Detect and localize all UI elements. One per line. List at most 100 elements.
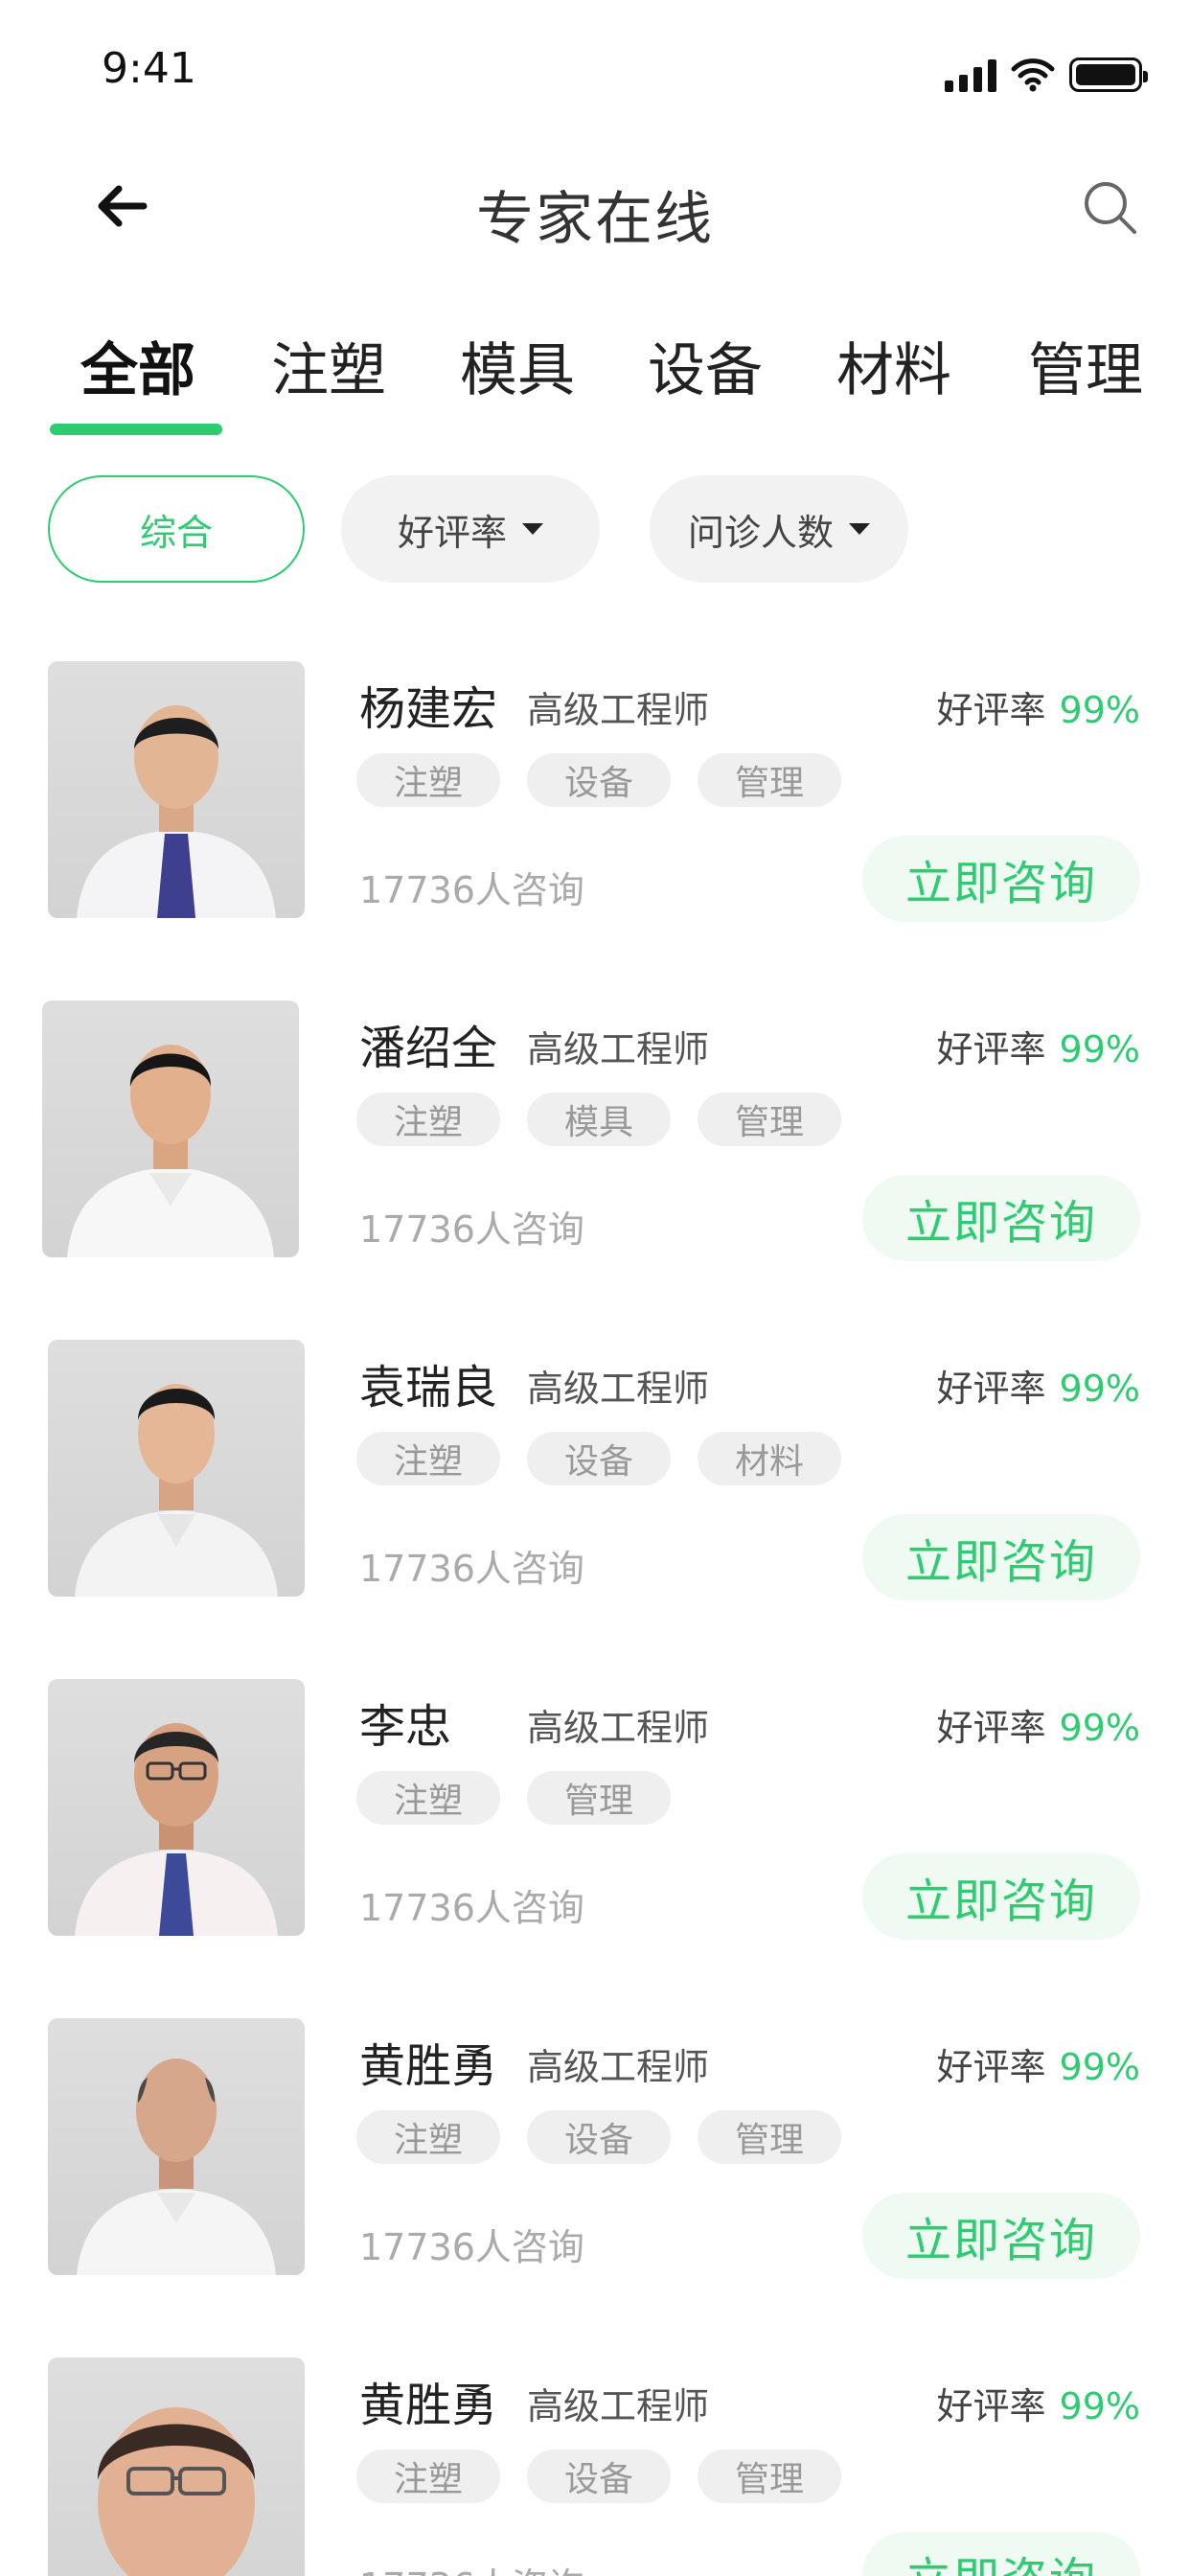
consult-now-button[interactable]: 立即咨询 [862, 1175, 1140, 1261]
expert-tag: 注塑 [356, 1771, 500, 1825]
consult-count: 17736人咨询 [359, 2226, 584, 2268]
rating-label: 好评率 [936, 689, 1046, 731]
tab-management[interactable]: 管理 [1028, 324, 1143, 407]
filter-rating[interactable]: 好评率 [341, 475, 600, 583]
expert-tags: 注塑 设备 材料 [356, 1432, 841, 1485]
consult-now-button[interactable]: 立即咨询 [862, 2532, 1140, 2576]
category-tabs: 全部 注塑 模具 设备 材料 管理 [0, 307, 1190, 441]
expert-photo [48, 2358, 305, 2576]
expert-tag: 管理 [698, 753, 841, 807]
consult-now-button[interactable]: 立即咨询 [862, 1853, 1140, 1940]
filter-consultations[interactable]: 问诊人数 [650, 475, 908, 583]
rating-label: 好评率 [936, 2385, 1046, 2427]
rating-value: 99% [1059, 1028, 1140, 1070]
expert-tag: 注塑 [356, 753, 500, 807]
expert-card[interactable]: 袁瑞良 高级工程师 好评率 99% 注塑 设备 材料 17736人咨询 立即咨询 [0, 1340, 1190, 1627]
wifi-icon [1011, 58, 1055, 92]
consult-count: 17736人咨询 [359, 2557, 584, 2576]
expert-title: 高级工程师 [527, 689, 710, 731]
filter-overall[interactable]: 综合 [48, 475, 305, 583]
tab-injection-molding[interactable]: 注塑 [271, 324, 386, 407]
expert-card[interactable]: 潘绍全 高级工程师 好评率 99% 注塑 模具 管理 17736人咨询 立即咨询 [0, 1000, 1190, 1288]
search-icon [1085, 182, 1136, 234]
expert-tags: 注塑 管理 [356, 1771, 671, 1825]
expert-photo [48, 661, 305, 918]
expert-photo [48, 1679, 305, 1936]
expert-photo [48, 1340, 305, 1597]
status-icons [945, 56, 1148, 94]
consult-count: 17736人咨询 [359, 869, 584, 911]
rating-label: 好评率 [936, 1368, 1046, 1410]
filter-label: 综合 [139, 511, 213, 554]
expert-tag: 管理 [698, 2450, 841, 2503]
tab-mold[interactable]: 模具 [460, 324, 575, 407]
expert-name: 袁瑞良 [359, 1361, 498, 1414]
consult-count: 17736人咨询 [359, 1208, 584, 1251]
expert-tag: 管理 [698, 2110, 841, 2164]
expert-rating: 好评率 99% [937, 2377, 1140, 2429]
expert-title: 高级工程师 [527, 1028, 710, 1070]
expert-tag: 注塑 [356, 2450, 500, 2503]
expert-card[interactable]: 黄胜勇 高级工程师 好评率 99% 注塑 设备 管理 17736人咨询 立即咨询 [0, 2358, 1190, 2576]
consult-now-button[interactable]: 立即咨询 [862, 2193, 1140, 2279]
filter-label: 好评率 [397, 511, 507, 554]
expert-name: 杨建宏 [359, 682, 498, 736]
expert-tags: 注塑 设备 管理 [356, 753, 841, 807]
expert-photo [42, 1000, 299, 1257]
expert-tag: 设备 [527, 2450, 671, 2503]
cellular-signal-icon [945, 58, 996, 92]
page-title: 专家在线 [476, 186, 714, 253]
screen: 9:41 专家在线 全部 注塑 模具 设备 材料 管理 综合 好评率 问诊人数 … [0, 0, 1190, 2576]
expert-tag: 注塑 [356, 1092, 500, 1146]
consult-count: 17736人咨询 [359, 1548, 584, 1590]
tab-all[interactable]: 全部 [80, 324, 195, 407]
status-time: 9:41 [102, 44, 196, 93]
search-button[interactable] [1079, 176, 1142, 240]
expert-tag: 设备 [527, 1432, 671, 1485]
expert-title: 高级工程师 [527, 2046, 710, 2088]
tab-equipment[interactable]: 设备 [648, 324, 763, 407]
expert-tag: 设备 [527, 2110, 671, 2164]
status-bar: 9:41 [0, 0, 1190, 144]
nav-bar: 专家在线 [0, 144, 1190, 268]
rating-value: 99% [1059, 689, 1140, 731]
expert-name: 李忠 [359, 1700, 452, 1754]
expert-rating: 好评率 99% [937, 2037, 1140, 2090]
expert-rating: 好评率 99% [937, 680, 1140, 733]
expert-tag: 模具 [527, 1092, 671, 1146]
rating-value: 99% [1059, 1707, 1140, 1749]
expert-tag: 材料 [698, 1432, 841, 1485]
expert-title: 高级工程师 [527, 1368, 710, 1410]
battery-icon [1069, 58, 1148, 92]
expert-tag: 管理 [527, 1771, 671, 1825]
rating-value: 99% [1059, 2385, 1140, 2427]
caret-down-icon [849, 523, 870, 535]
expert-name: 潘绍全 [359, 1022, 498, 1075]
tab-materials[interactable]: 材料 [836, 324, 951, 407]
filter-bar: 综合 好评率 问诊人数 [0, 475, 1190, 583]
expert-tags: 注塑 设备 管理 [356, 2110, 841, 2164]
rating-value: 99% [1059, 2046, 1140, 2088]
rating-label: 好评率 [936, 2046, 1046, 2088]
rating-value: 99% [1059, 1368, 1140, 1410]
filter-label: 问诊人数 [687, 511, 834, 554]
expert-card[interactable]: 杨建宏 高级工程师 好评率 99% 注塑 设备 管理 17736人咨询 立即咨询 [0, 661, 1190, 949]
expert-name: 黄胜勇 [359, 2379, 498, 2432]
caret-down-icon [522, 523, 543, 535]
expert-photo [48, 2018, 305, 2275]
expert-card[interactable]: 黄胜勇 高级工程师 好评率 99% 注塑 设备 管理 17736人咨询 立即咨询 [0, 2018, 1190, 2306]
consult-count: 17736人咨询 [359, 1887, 584, 1929]
expert-tag: 设备 [527, 753, 671, 807]
expert-tag: 注塑 [356, 2110, 500, 2164]
expert-tag: 管理 [698, 1092, 841, 1146]
expert-name: 黄胜勇 [359, 2039, 498, 2093]
expert-tags: 注塑 设备 管理 [356, 2450, 841, 2503]
tab-active-indicator [50, 424, 222, 435]
consult-now-button[interactable]: 立即咨询 [862, 836, 1140, 922]
expert-card[interactable]: 李忠 高级工程师 好评率 99% 注塑 管理 17736人咨询 立即咨询 [0, 1679, 1190, 1966]
expert-title: 高级工程师 [527, 1707, 710, 1749]
consult-now-button[interactable]: 立即咨询 [862, 1514, 1140, 1600]
expert-tags: 注塑 模具 管理 [356, 1092, 841, 1146]
expert-tag: 注塑 [356, 1432, 500, 1485]
expert-rating: 好评率 99% [937, 1698, 1140, 1751]
